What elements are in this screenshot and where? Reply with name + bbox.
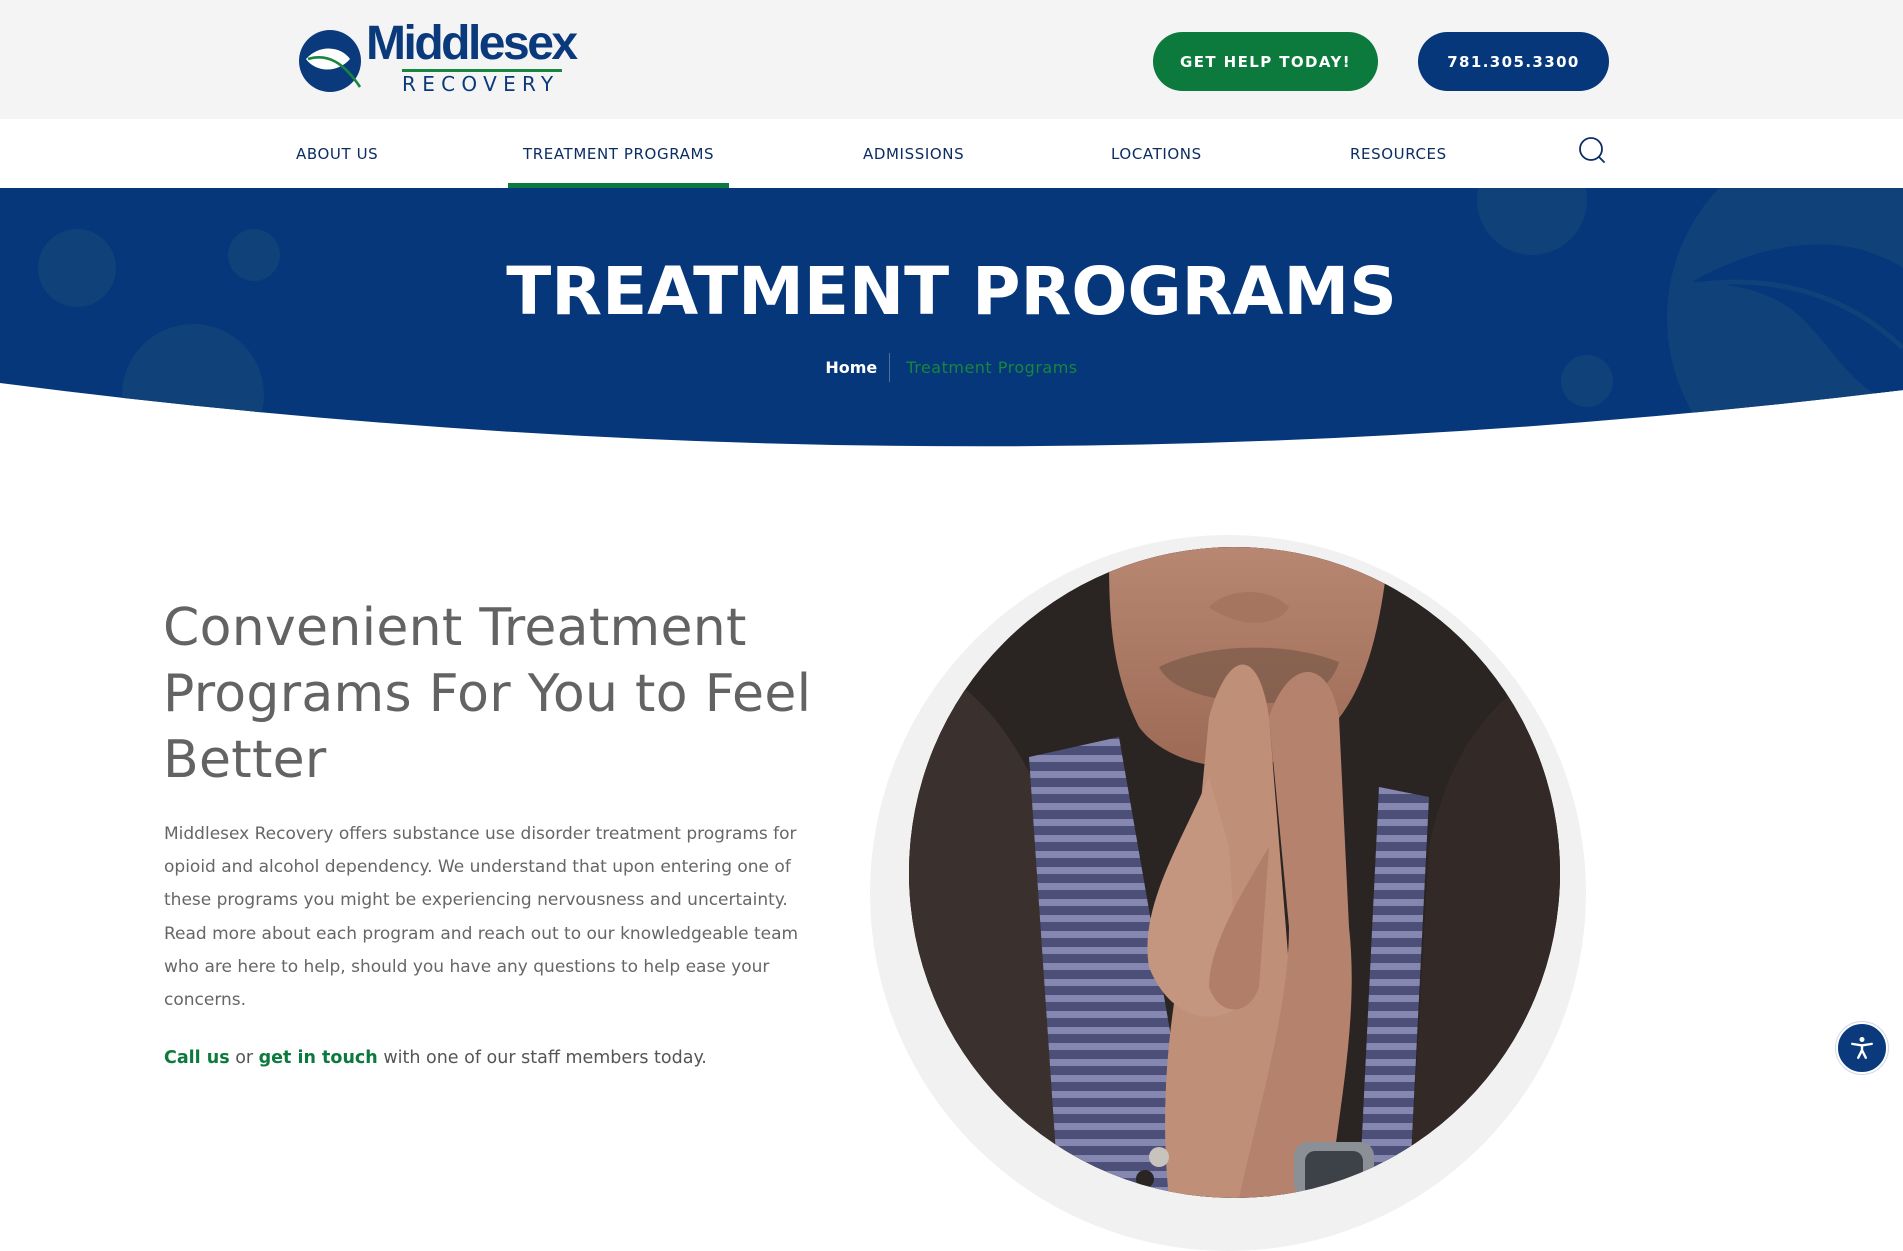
nav-item-about-us[interactable]: ABOUT US	[296, 119, 378, 188]
page-banner: TREATMENT PROGRAMS Home Treatment Progra…	[0, 188, 1903, 450]
logo[interactable]: Middlesex RECOVERY	[298, 20, 603, 96]
cta-or-text: or	[229, 1048, 259, 1068]
get-help-button[interactable]: GET HELP TODAY!	[1153, 32, 1378, 91]
cta-rest-text: with one of our staff members today.	[377, 1048, 707, 1068]
nav-item-admissions[interactable]: ADMISSIONS	[863, 119, 964, 188]
phone-button[interactable]: 781.305.3300	[1418, 32, 1609, 91]
accessibility-button[interactable]	[1836, 1022, 1888, 1074]
intro-cta: Call us or get in touch with one of our …	[164, 1043, 844, 1073]
hero-photo	[909, 547, 1560, 1198]
logo-wordmark: Middlesex	[366, 17, 578, 70]
nav-item-locations[interactable]: LOCATIONS	[1111, 119, 1202, 188]
get-in-touch-link[interactable]: get in touch	[259, 1048, 378, 1068]
nav-item-resources[interactable]: RESOURCES	[1350, 119, 1447, 188]
leaf-circle-icon	[299, 30, 362, 92]
main-nav: ABOUT US TREATMENT PROGRAMS ADMISSIONS L…	[0, 119, 1903, 188]
nav-item-treatment-programs[interactable]: TREATMENT PROGRAMS	[507, 119, 730, 188]
photo-illustration	[909, 547, 1560, 1198]
accessibility-icon	[1851, 1037, 1873, 1059]
search-icon	[1579, 137, 1605, 163]
logo-subtitle: RECOVERY	[402, 72, 560, 96]
intro-heading: Convenient Treatment Programs For You to…	[163, 598, 812, 790]
search-button[interactable]	[1576, 134, 1608, 166]
breadcrumb-current: Treatment Programs	[906, 357, 1078, 377]
top-header: Middlesex RECOVERY GET HELP TODAY! 781.3…	[0, 0, 1903, 119]
breadcrumb-separator	[889, 352, 891, 382]
intro-paragraph: Middlesex Recovery offers substance use …	[164, 824, 799, 1011]
breadcrumb: Home Treatment Programs	[0, 352, 1903, 382]
breadcrumb-home-link[interactable]: Home	[825, 358, 877, 377]
call-us-link[interactable]: Call us	[164, 1048, 230, 1068]
page-title: TREATMENT PROGRAMS	[506, 253, 1397, 330]
